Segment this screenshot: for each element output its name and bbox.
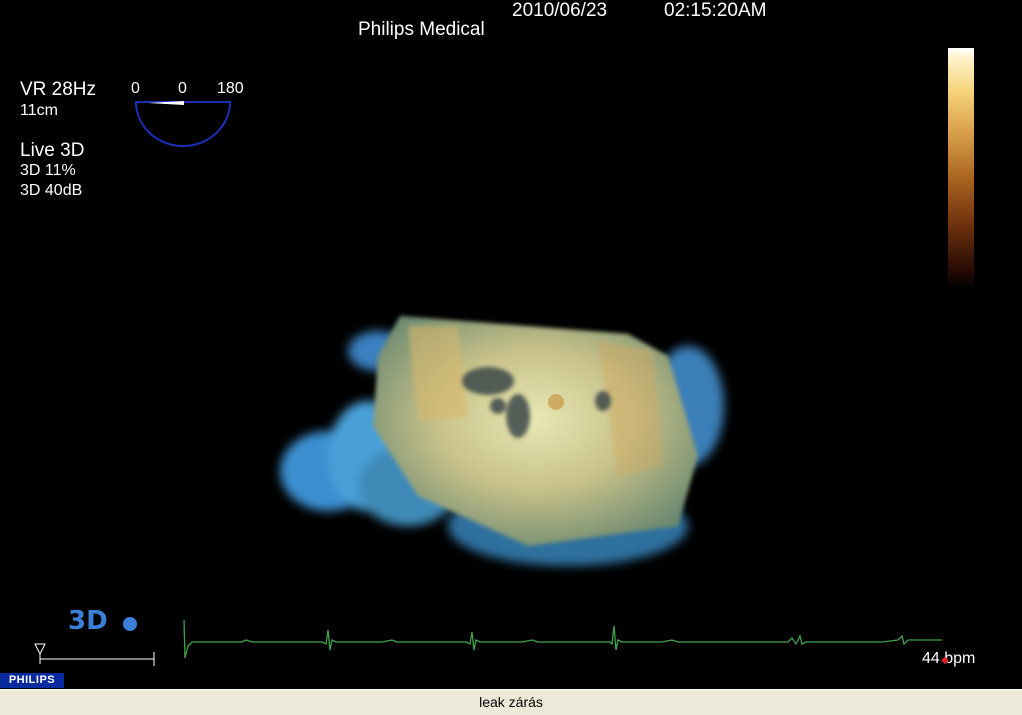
probe-angle-right: 180	[217, 80, 244, 97]
3d-volume-rendering	[280, 316, 724, 566]
ecg-trace	[183, 619, 942, 659]
imaging-mode: Live 3D	[20, 140, 85, 161]
frame-rate: VR 28Hz	[20, 79, 97, 100]
depth: 11cm	[20, 102, 58, 119]
philips-logo: PHILIPS	[0, 673, 64, 688]
live-3d-logo-icon: 3D	[68, 606, 137, 636]
heart-icon: ◆	[941, 655, 949, 666]
probe-angle-left: 0	[131, 80, 140, 97]
logo-3d-text: 3D	[68, 606, 108, 636]
status-bar: leak zárás	[0, 689, 1022, 715]
gain: 3D 11%	[20, 162, 76, 179]
exam-date: 2010/06/23	[512, 0, 608, 21]
probe-angle-center: 0	[178, 80, 187, 97]
ultrasound-viewport: 2010/06/23 02:15:20AM Philips Medical VR…	[0, 0, 1022, 689]
probe-orientation-icon	[134, 101, 232, 147]
color-map-bar	[948, 48, 974, 288]
exam-time: 02:15:20AM	[664, 0, 767, 21]
time-scale-marker	[34, 643, 155, 666]
vendor-name: Philips Medical	[358, 19, 485, 40]
dynamic-range: 3D 40dB	[20, 182, 83, 199]
caption-text: leak zárás	[479, 694, 543, 710]
